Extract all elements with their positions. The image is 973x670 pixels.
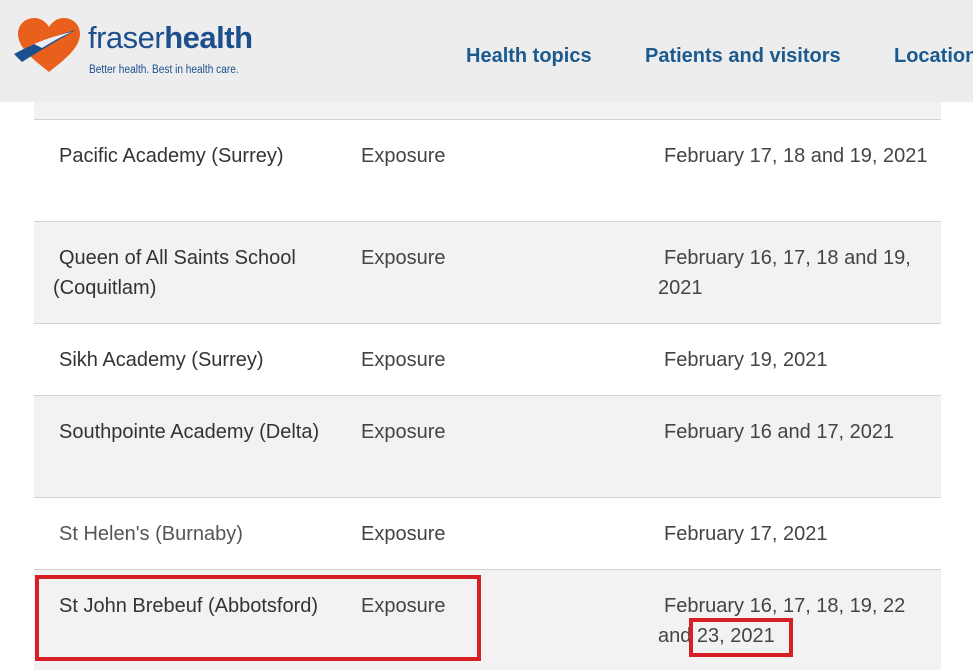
nav-health-topics[interactable]: Health topics <box>466 44 592 68</box>
exposure-table: Pacific Academy (Surrey) Exposure Februa… <box>34 102 941 670</box>
school-name: Pacific Academy (Surrey) <box>59 145 284 167</box>
logo-tagline: Better health. Best in health care. <box>89 64 239 76</box>
school-name: St Helen's (Burnaby) <box>59 523 243 545</box>
event-type: Exposure <box>361 421 446 443</box>
table-row: Pacific Academy (Surrey) Exposure Februa… <box>34 119 941 221</box>
school-name: Sikh Academy (Surrey) <box>59 349 264 371</box>
event-type: Exposure <box>361 595 446 617</box>
event-type: Exposure <box>361 349 446 371</box>
exposure-dates: February 19, 2021 <box>664 349 828 371</box>
event-type: Exposure <box>361 247 446 269</box>
table-row: St Helen's (Burnaby) Exposure February 1… <box>34 497 941 569</box>
fraserhealth-logo[interactable]: fraserhealth Better health. Best in heal… <box>14 14 254 84</box>
page: fraserhealth Better health. Best in heal… <box>0 0 973 670</box>
exposure-dates: February 16, 17, 18 and 19, 2021 <box>658 247 911 299</box>
table-row: Southpointe Academy (Delta) Exposure Feb… <box>34 395 941 497</box>
site-header: fraserhealth Better health. Best in heal… <box>0 0 973 102</box>
event-type: Exposure <box>361 145 446 167</box>
table-row: Sikh Academy (Surrey) Exposure February … <box>34 323 941 395</box>
exposure-dates: February 16 and 17, 2021 <box>664 421 895 443</box>
exposure-dates: February 17, 2021 <box>664 523 828 545</box>
table-row: Queen of All Saints School (Coquitlam) E… <box>34 221 941 323</box>
school-name: Southpointe Academy (Delta) <box>59 421 320 443</box>
nav-locations[interactable]: Locations <box>894 44 973 68</box>
logo-word-fraser: fraser <box>88 20 165 55</box>
heart-swoosh-icon <box>14 18 80 72</box>
event-type: Exposure <box>361 523 446 545</box>
exposure-dates: February 17, 18 and 19, 2021 <box>664 145 928 167</box>
logo-word-health: health <box>164 20 253 55</box>
logo-wordmark: fraserhealth <box>88 18 253 58</box>
nav-patients-and-visitors[interactable]: Patients and visitors <box>645 44 841 68</box>
table-row: St John Brebeuf (Abbotsford) Exposure Fe… <box>34 569 941 670</box>
school-name: Queen of All Saints School (Coquitlam) <box>53 247 296 299</box>
school-name: St John Brebeuf (Abbotsford) <box>59 595 319 617</box>
exposure-dates: February 16, 17, 18, 19, 22 and 23, 2021 <box>658 595 906 647</box>
table-row <box>34 102 941 119</box>
